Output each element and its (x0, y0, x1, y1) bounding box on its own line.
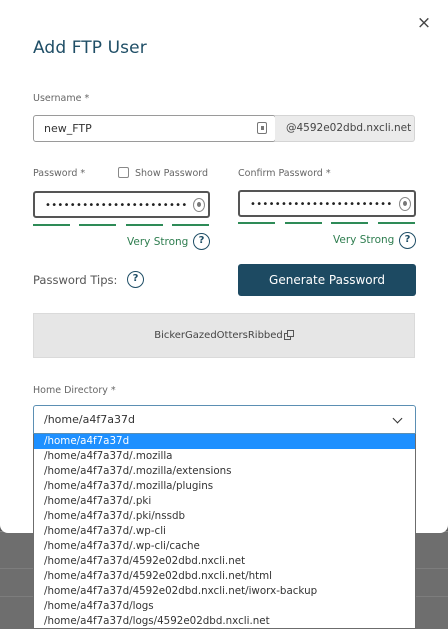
copy-icon[interactable] (283, 330, 294, 340)
password-strength-text: Very Strong (127, 236, 189, 248)
confirm-password-label: Confirm Password * (238, 168, 331, 179)
password-value: ••••••••••••••••••••••• (45, 200, 188, 211)
help-icon[interactable]: ? (399, 232, 416, 249)
username-label: Username * (33, 93, 90, 104)
username-domain-suffix: @4592e02dbd.nxcli.net (275, 115, 415, 142)
dropdown-option[interactable]: /home/a4f7a37d/4592e02dbd.nxcli.net/iwor… (34, 584, 415, 599)
home-directory-selected: /home/a4f7a37d (44, 413, 135, 426)
show-password-label[interactable]: Show Password (135, 168, 208, 179)
dropdown-option[interactable]: /home/a4f7a37d/.pki (34, 494, 415, 509)
eye-icon[interactable] (193, 198, 205, 212)
dropdown-option[interactable]: /home/a4f7a37d/4592e02dbd.nxcli.net/html (34, 569, 415, 584)
eye-icon[interactable] (399, 197, 411, 211)
confirm-strength-segment (238, 222, 275, 224)
dropdown-option[interactable]: /home/a4f7a37d/.wp-cli (34, 524, 415, 539)
dropdown-option[interactable]: /home/a4f7a37d/.mozilla/plugins (34, 479, 415, 494)
password-label: Password * (33, 168, 86, 179)
password-strength-segment (79, 224, 116, 226)
show-password-checkbox[interactable] (118, 167, 129, 178)
suggested-password-text: BickerGazedOttersRibbed (154, 330, 283, 341)
close-icon[interactable]: × (413, 12, 435, 34)
confirm-strength-text: Very Strong (333, 234, 395, 246)
username-value: new_FTP (44, 122, 92, 135)
chevron-down-icon (392, 413, 403, 424)
home-directory-select[interactable]: /home/a4f7a37d (33, 405, 416, 434)
help-icon[interactable]: ? (193, 233, 210, 250)
username-input[interactable]: new_FTP (33, 115, 276, 142)
password-strength-segment (126, 224, 163, 226)
dropdown-option[interactable]: /home/a4f7a37d/.pki/nssdb (34, 509, 415, 524)
password-strength-segment (172, 224, 209, 226)
confirm-password-input[interactable]: ••••••••••••••••••••••• (238, 190, 416, 217)
contact-card-icon (257, 122, 267, 134)
suggested-password-box: BickerGazedOttersRibbed (33, 313, 415, 358)
home-directory-label: Home Directory * (33, 385, 116, 396)
password-input[interactable]: ••••••••••••••••••••••• (33, 191, 210, 218)
dialog-title: Add FTP User (33, 38, 147, 58)
confirm-strength-segment (285, 222, 322, 224)
generate-password-button[interactable]: Generate Password (238, 264, 416, 296)
password-tips-help-icon[interactable]: ? (127, 271, 144, 288)
confirm-strength-segment (331, 222, 368, 224)
dropdown-option[interactable]: /home/a4f7a37d/4592e02dbd.nxcli.net (34, 554, 415, 569)
dropdown-option[interactable]: /home/a4f7a37d/.mozilla/extensions (34, 464, 415, 479)
dropdown-option[interactable]: /home/a4f7a37d/logs (34, 599, 415, 614)
dropdown-option[interactable]: /home/a4f7a37d/.wp-cli/cache (34, 539, 415, 554)
confirm-strength-segment (378, 222, 415, 224)
dropdown-option[interactable]: /home/a4f7a37d (34, 434, 415, 449)
confirm-password-value: ••••••••••••••••••••••• (250, 199, 393, 210)
password-tips-label: Password Tips: (33, 273, 118, 287)
dropdown-option[interactable]: /home/a4f7a37d/.mozilla (34, 449, 415, 464)
dropdown-option[interactable]: /home/a4f7a37d/logs/4592e02dbd.nxcli.net (34, 614, 415, 628)
home-directory-options[interactable]: /home/a4f7a37d/home/a4f7a37d/.mozilla/ho… (33, 434, 416, 629)
password-strength-segment (33, 224, 70, 226)
